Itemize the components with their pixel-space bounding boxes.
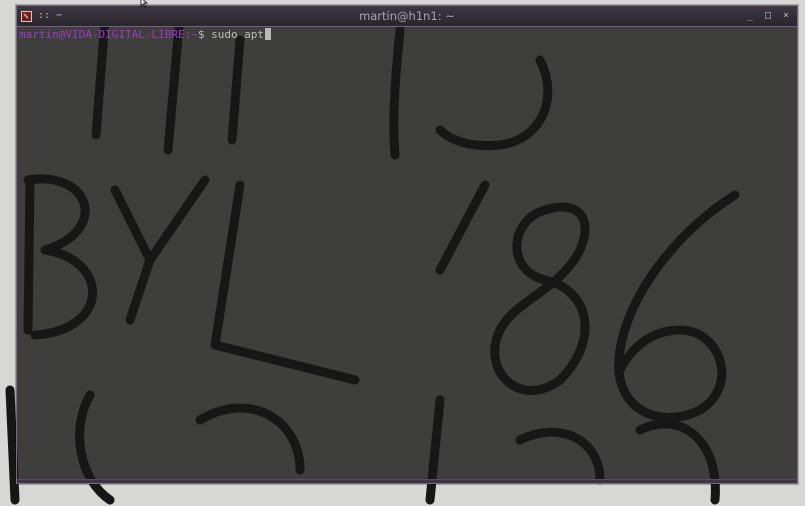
- maximize-button[interactable]: □: [763, 9, 773, 23]
- terminal-output[interactable]: martin@VIDA-DIGITAL-LIBRE:~$ sudo apt: [19, 28, 795, 479]
- window-controls: _ □ ×: [745, 9, 791, 23]
- prompt-path: :~: [184, 28, 198, 41]
- mouse-pointer-icon: [140, 0, 149, 8]
- desktop: :: − martin@h1n1: ~ _ □ × martin@VIDA-DI…: [0, 0, 805, 506]
- window-bottom-border: [17, 479, 797, 483]
- terminal-window[interactable]: :: − martin@h1n1: ~ _ □ × martin@VIDA-DI…: [16, 5, 798, 484]
- title-bar[interactable]: :: − martin@h1n1: ~ _ □ ×: [17, 6, 797, 27]
- minimize-button[interactable]: _: [745, 9, 755, 23]
- command-input[interactable]: sudo apt: [204, 28, 264, 41]
- prompt-user-host: martin@VIDA-DIGITAL-LIBRE: [19, 28, 185, 41]
- window-title: martin@h1n1: ~: [359, 9, 455, 23]
- close-button[interactable]: ×: [781, 9, 791, 23]
- text-cursor: [265, 28, 272, 40]
